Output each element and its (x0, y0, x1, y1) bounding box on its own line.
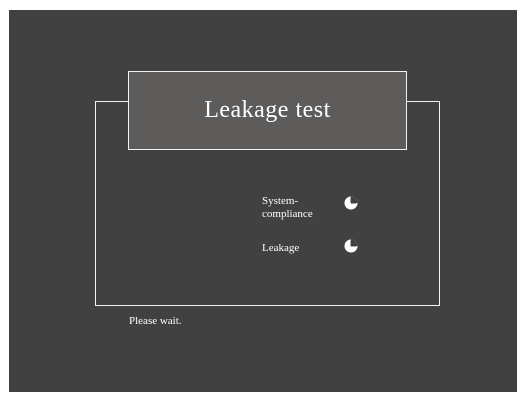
step-label-line2: compliance (262, 208, 313, 220)
title-box: Leakage test (128, 71, 407, 150)
leakage-test-screen: Leakage test System- compliance Leakage … (9, 10, 517, 392)
clock-icon (344, 239, 358, 253)
step-leakage-label: Leakage (262, 242, 342, 255)
step-label-line1: System- (262, 195, 299, 207)
status-message: Please wait. (129, 315, 182, 327)
step-system-compliance-label: System- compliance (262, 195, 342, 221)
clock-icon (344, 196, 358, 210)
step-label-line1: Leakage (262, 242, 300, 254)
page-title: Leakage test (204, 97, 331, 123)
